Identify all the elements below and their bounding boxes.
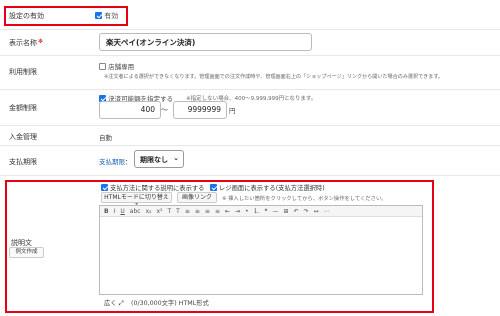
toolbar-icon[interactable]: ❝ xyxy=(264,208,267,215)
toolbar-icon[interactable]: ⊞ xyxy=(284,208,289,215)
required-icon: ✻ xyxy=(38,38,44,45)
toolbar-icon[interactable]: ≡ xyxy=(185,208,190,215)
toolbar-icon[interactable]: ↔ xyxy=(314,208,319,215)
payment-deadline-colon: ： xyxy=(125,158,132,166)
deposit-value: 自動 xyxy=(99,134,112,142)
currency-unit: 円 xyxy=(229,107,236,115)
amount-limit-label: 金額制限 xyxy=(9,104,37,112)
char-count: (0/30,000文字) HTML形式 xyxy=(131,300,209,307)
toolbar-icon[interactable]: ≡ xyxy=(215,208,220,215)
chevron-down-icon: ⌄ xyxy=(173,154,179,162)
usage-limit-label: 利用制限 xyxy=(9,68,37,76)
rich-text-editor: B I Uabc x₂ x² T T ≡ ≡ ≡ ≡ ⇤ ⇥ • 1. ❝ — ⊞ ↶ ↷ ↔ ⋯ xyxy=(99,205,423,295)
enabled-label: 設定の有効 xyxy=(9,12,44,20)
toolbar-icon[interactable]: ⇤ xyxy=(225,208,230,215)
toolbar-icon[interactable]: T xyxy=(176,208,180,215)
checkbox-icon xyxy=(95,12,102,19)
toolbar-icon[interactable]: 1. xyxy=(254,208,260,215)
enabled-checkbox[interactable]: 有効 xyxy=(95,11,118,21)
deposit-row xyxy=(0,126,500,146)
toolbar-icon[interactable]: U xyxy=(120,208,124,215)
toolbar-icon[interactable]: ↶ xyxy=(294,208,299,215)
show-explanation-checkbox[interactable]: 支払方法に関する説明に表示する xyxy=(101,183,204,192)
expand-icon: ⤢ xyxy=(118,300,124,307)
example-button[interactable]: 例文作成 xyxy=(9,247,44,258)
toolbar-icon[interactable]: ↷ xyxy=(304,208,309,215)
payment-deadline-row xyxy=(0,146,500,176)
toolbar-icon[interactable]: x² xyxy=(157,208,163,215)
image-link-button[interactable]: 画像リンク xyxy=(177,192,217,203)
toolbar-icon[interactable]: — xyxy=(273,208,279,215)
editor-hint: ※ 挿入したい箇所をクリックしてから、ボタン操作をしてください。 xyxy=(222,196,387,202)
min-amount-input[interactable]: 400 xyxy=(99,101,161,119)
payment-deadline-link[interactable]: 支払期限 xyxy=(99,156,125,166)
toolbar-icon[interactable]: abc xyxy=(130,208,141,215)
max-amount-input[interactable]: 9999999 xyxy=(173,101,227,119)
toolbar-icon[interactable]: ⋯ xyxy=(324,208,330,215)
show-register-checkbox[interactable]: レジ画面に表示する(支払方法選択時) xyxy=(210,183,325,192)
toolbar-icon[interactable]: B xyxy=(104,208,109,215)
payment-deadline-select[interactable]: 期限なし ⌄ xyxy=(134,150,184,168)
display-name-label: 表示名称✻ xyxy=(9,38,44,47)
checkbox-icon xyxy=(99,63,106,70)
deposit-label: 入金管理 xyxy=(9,133,37,141)
editor-toolbar: B I Uabc x₂ x² T T ≡ ≡ ≡ ≡ ⇤ ⇥ • 1. ❝ — ⊞ ↶ ↷ ↔ ⋯ xyxy=(100,206,422,217)
toolbar-icon[interactable]: T xyxy=(168,208,172,215)
toolbar-icon[interactable]: ≡ xyxy=(205,208,210,215)
toolbar-icon[interactable]: I xyxy=(114,208,116,215)
toolbar-icon[interactable]: ⇥ xyxy=(235,208,240,215)
store-only-checkbox[interactable]: 店舗専用 xyxy=(99,61,134,71)
range-tilde: 〜 xyxy=(161,106,168,114)
toolbar-icon[interactable]: x₂ xyxy=(146,208,152,215)
usage-limit-note: ※注文者による選択ができなくなります。管理画面での注文作成時や、管理画面右上の「… xyxy=(104,74,444,80)
payment-deadline-label: 支払期限 xyxy=(9,158,37,166)
html-mode-button[interactable]: HTMLモードに切り替える xyxy=(101,192,172,210)
toolbar-icon[interactable]: ≡ xyxy=(195,208,200,215)
display-name-input[interactable]: 楽天ペイ(オンライン決済) xyxy=(99,33,312,51)
checkbox-icon xyxy=(101,184,108,191)
toolbar-icon[interactable]: • xyxy=(245,208,249,215)
checkbox-icon xyxy=(210,184,217,191)
expand-button[interactable]: 広く ⤢ xyxy=(104,298,124,308)
editor-content-area[interactable] xyxy=(100,217,422,294)
